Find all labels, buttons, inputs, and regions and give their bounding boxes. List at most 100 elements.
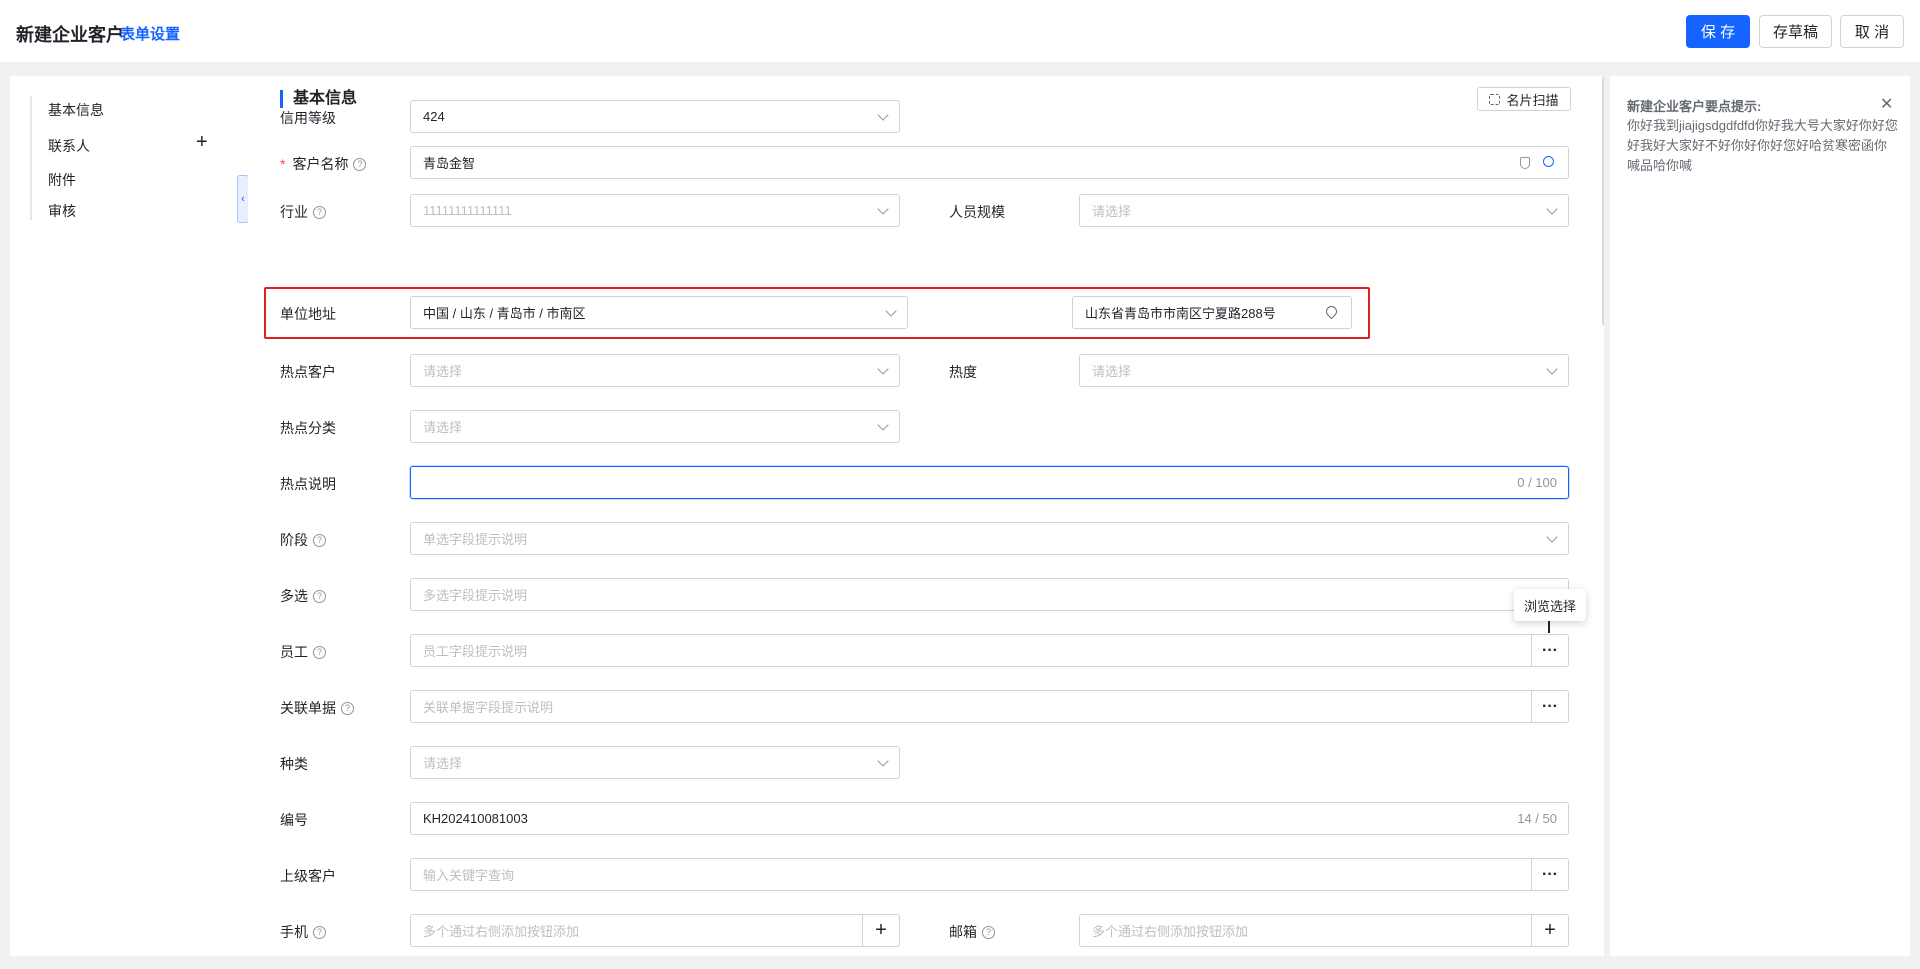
page-title: 新建企业客户 xyxy=(16,25,124,45)
top-bar: 新建企业客户 表单设置 保 存 存草稿 取 消 xyxy=(0,0,1920,62)
multi-select[interactable]: 多选字段提示说明 xyxy=(410,578,1569,611)
mobile-label: 手机? xyxy=(280,922,326,942)
hot-customer-select[interactable]: 请选择 xyxy=(410,354,900,387)
label-text: 邮箱 xyxy=(949,924,977,940)
label-text: 热点分类 xyxy=(280,420,336,436)
scrollbar[interactable] xyxy=(1602,76,1604,326)
add-icon[interactable]: + xyxy=(1531,914,1569,947)
label-text: 热点说明 xyxy=(280,476,336,492)
field-placeholder: 请选择 xyxy=(423,364,463,379)
field-placeholder: 多个通过右侧添加按钮添加 xyxy=(423,924,580,939)
chevron-down-icon xyxy=(1546,363,1558,375)
address-label: 单位地址 xyxy=(280,304,336,324)
label-text: 阶段 xyxy=(280,532,308,548)
employee-input[interactable]: 员工字段提示说明 ··· xyxy=(410,634,1569,667)
help-icon[interactable]: ? xyxy=(313,533,326,547)
field-value: 青岛金智 xyxy=(423,156,476,171)
cancel-button[interactable]: 取 消 xyxy=(1840,15,1904,48)
business-card-scan-button[interactable]: 名片扫描 xyxy=(1477,87,1571,111)
hot-category-label: 热点分类 xyxy=(280,418,336,438)
label-text: 单位地址 xyxy=(280,306,336,322)
address-region-cascader[interactable]: 中国 / 山东 / 青岛市 / 市南区 xyxy=(410,296,908,329)
stage-select[interactable]: 单选字段提示说明 xyxy=(410,522,1569,555)
industry-label: 行业? xyxy=(280,202,326,222)
related-doc-input[interactable]: 关联单据字段提示说明 ··· xyxy=(410,690,1569,723)
help-icon[interactable]: ? xyxy=(313,589,326,603)
label-text: 热点客户 xyxy=(280,364,336,380)
chevron-down-icon xyxy=(1546,531,1558,543)
label-text: 客户名称 xyxy=(292,156,349,172)
email-input[interactable]: 多个通过右侧添加按钮添加 + xyxy=(1079,914,1569,947)
nav-item-contacts[interactable]: 联系人 xyxy=(48,136,90,156)
browse-select-tooltip: 浏览选择 xyxy=(1514,589,1586,621)
email-label: 邮箱? xyxy=(949,922,995,942)
char-counter: 14 / 50 xyxy=(1517,811,1557,826)
save-button[interactable]: 保 存 xyxy=(1686,15,1750,48)
section-title: 基本信息 xyxy=(280,90,357,108)
form-settings-link[interactable]: 表单设置 xyxy=(120,23,180,44)
add-icon[interactable]: + xyxy=(862,914,900,947)
field-placeholder: 请选择 xyxy=(1092,364,1132,379)
kind-select[interactable]: 请选择 xyxy=(410,746,900,779)
hot-category-select[interactable]: 请选择 xyxy=(410,410,900,443)
plus-icon[interactable]: + xyxy=(196,132,208,152)
help-icon[interactable]: ? xyxy=(313,925,326,939)
more-icon[interactable]: ··· xyxy=(1531,690,1569,723)
staff-size-label: 人员规模 xyxy=(949,202,1005,222)
label-text: 多选 xyxy=(280,588,308,604)
field-value: 424 xyxy=(423,109,445,124)
parent-customer-input[interactable]: 输入关键字查询 ··· xyxy=(410,858,1569,891)
help-icon[interactable]: ? xyxy=(982,925,995,939)
heat-label: 热度 xyxy=(949,362,977,382)
shield-icon[interactable] xyxy=(1520,157,1530,169)
hot-desc-input[interactable]: 0 / 100 xyxy=(410,466,1569,499)
nav-item-attachments[interactable]: 附件 xyxy=(48,170,76,190)
location-pin-icon[interactable] xyxy=(1323,303,1340,320)
code-input[interactable]: KH202410081003 14 / 50 xyxy=(410,802,1569,835)
field-placeholder: 单选字段提示说明 xyxy=(423,532,528,547)
nav-item-review[interactable]: 审核 xyxy=(48,201,76,221)
help-icon[interactable]: ? xyxy=(313,645,326,659)
field-placeholder: 请选择 xyxy=(1092,204,1132,219)
stage-label: 阶段? xyxy=(280,530,326,550)
label-text: 员工 xyxy=(280,644,308,660)
customer-name-input[interactable]: 青岛金智 xyxy=(410,146,1569,179)
more-icon[interactable]: ··· xyxy=(1531,634,1569,667)
field-value: KH202410081003 xyxy=(423,811,528,826)
tips-title: 新建企业客户要点提示: xyxy=(1627,99,1762,114)
label-text: 编号 xyxy=(280,812,308,828)
left-nav-panel: 基本信息 联系人 + 附件 审核 xyxy=(10,76,248,956)
related-doc-label: 关联单据? xyxy=(280,698,354,718)
staff-size-select[interactable]: 请选择 xyxy=(1079,194,1569,227)
hot-customer-label: 热点客户 xyxy=(280,362,336,382)
industry-select[interactable]: 11111111111111 xyxy=(410,194,900,227)
field-value: 山东省青岛市市南区宁夏路288号 xyxy=(1085,306,1276,321)
parent-customer-label: 上级客户 xyxy=(280,866,336,886)
tips-panel: 新建企业客户要点提示: ✕ 你好我到jiajigsdgdfdfd你好我大号大家好… xyxy=(1610,76,1910,956)
field-value: 中国 / 山东 / 青岛市 / 市南区 xyxy=(423,306,586,321)
nav-item-basic-info[interactable]: 基本信息 xyxy=(48,100,104,120)
label-text: 信用等级 xyxy=(280,110,336,126)
save-draft-button[interactable]: 存草稿 xyxy=(1759,15,1832,48)
search-icon[interactable] xyxy=(1543,156,1554,167)
help-icon[interactable]: ? xyxy=(341,701,354,715)
chevron-down-icon xyxy=(1546,203,1558,215)
help-icon[interactable]: ? xyxy=(313,205,326,219)
address-detail-input[interactable]: 山东省青岛市市南区宁夏路288号 xyxy=(1072,296,1352,329)
chevron-down-icon xyxy=(885,305,897,317)
form-main: 基本信息 名片扫描 信用等级 424 * 客户名称? 青岛金智 行业? 11111… xyxy=(248,76,1604,956)
help-icon[interactable]: ? xyxy=(353,157,367,171)
scan-icon xyxy=(1489,93,1501,105)
chevron-down-icon xyxy=(877,419,889,431)
required-mark: * xyxy=(280,156,286,172)
close-icon[interactable]: ✕ xyxy=(1880,94,1893,114)
label-text: 种类 xyxy=(280,756,308,772)
credit-level-select[interactable]: 424 xyxy=(410,100,900,133)
multi-label: 多选? xyxy=(280,586,326,606)
nav-track xyxy=(30,96,32,220)
chevron-down-icon xyxy=(877,109,889,121)
scan-label: 名片扫描 xyxy=(1506,92,1559,108)
mobile-input[interactable]: 多个通过右侧添加按钮添加 + xyxy=(410,914,900,947)
heat-select[interactable]: 请选择 xyxy=(1079,354,1569,387)
more-icon[interactable]: ··· xyxy=(1531,858,1569,891)
